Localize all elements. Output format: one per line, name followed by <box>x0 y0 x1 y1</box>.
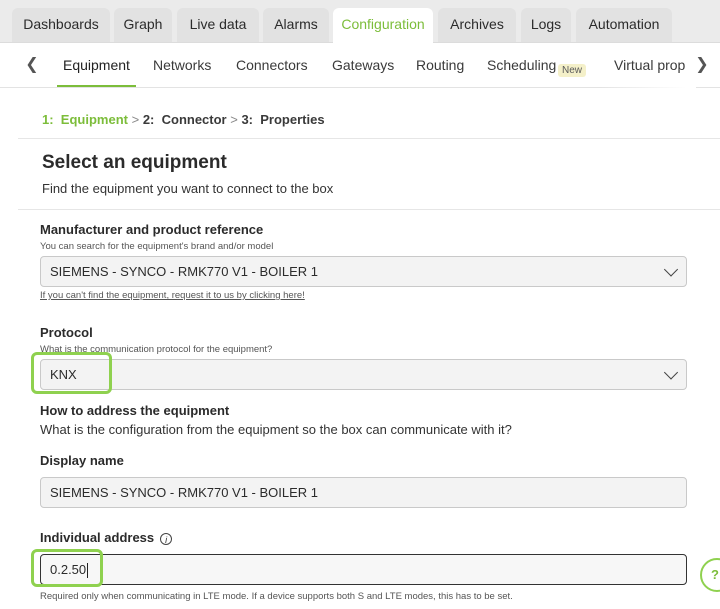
step-separator: > <box>131 112 140 127</box>
manufacturer-value: SIEMENS - SYNCO - RMK770 V1 - BOILER 1 <box>50 264 319 279</box>
step-2-number: 2: <box>142 112 155 127</box>
subnav-virtual-properties[interactable]: Virtual prop <box>614 43 685 87</box>
individual-address-label: Individual address i <box>40 530 173 545</box>
page-title: Select an equipment <box>42 152 227 173</box>
sub-navigation: ❮ Equipment Networks Connectors Gateways… <box>0 43 720 129</box>
individual-address-input[interactable]: 0.2.50 <box>40 554 687 585</box>
manufacturer-select[interactable]: SIEMENS - SYNCO - RMK770 V1 - BOILER 1 <box>40 256 687 287</box>
tab-archives[interactable]: Archives <box>438 8 516 42</box>
step-1-label[interactable]: Equipment <box>61 112 128 127</box>
addressing-label: How to address the equipment <box>40 403 230 418</box>
tab-configuration[interactable]: Configuration <box>333 8 433 43</box>
manufacturer-label: Manufacturer and product reference <box>40 222 264 237</box>
chevron-down-icon <box>663 261 679 277</box>
chevron-right-icon[interactable]: ❯ <box>690 43 714 87</box>
overflow-fade <box>600 86 696 129</box>
protocol-select[interactable]: KNX <box>40 359 687 390</box>
subnav-equipment[interactable]: Equipment <box>57 43 136 87</box>
chevron-down-icon <box>663 364 679 380</box>
individual-address-hint: Required only when communicating in LTE … <box>40 591 513 602</box>
step-1-number: 1: <box>42 112 54 127</box>
divider <box>18 138 720 139</box>
tab-live-data[interactable]: Live data <box>177 8 259 42</box>
breadcrumb-stepper: 1: Equipment > 2: Connector > 3: Propert… <box>42 112 325 127</box>
help-icon: ? <box>711 567 719 582</box>
tab-alarms[interactable]: Alarms <box>263 8 329 42</box>
step-3-label[interactable]: Properties <box>260 112 324 127</box>
subnav-routing[interactable]: Routing <box>416 43 464 87</box>
tab-logs[interactable]: Logs <box>521 8 571 42</box>
display-name-value: SIEMENS - SYNCO - RMK770 V1 - BOILER 1 <box>50 485 319 500</box>
protocol-label: Protocol <box>40 325 93 340</box>
main-tab-bar: Dashboards Graph Live data Alarms Config… <box>0 0 720 43</box>
new-badge: New <box>558 64 587 77</box>
request-equipment-link[interactable]: If you can't find the equipment, request… <box>40 290 305 301</box>
step-2-label[interactable]: Connector <box>162 112 227 127</box>
individual-address-highlight <box>31 549 103 587</box>
individual-address-label-text: Individual address <box>40 530 155 545</box>
page-subtitle: Find the equipment you want to connect t… <box>42 181 334 196</box>
step-separator: > <box>230 112 238 127</box>
tab-automation[interactable]: Automation <box>576 8 672 42</box>
protocol-highlight <box>31 352 112 394</box>
divider <box>18 209 720 210</box>
tab-dashboards[interactable]: Dashboards <box>12 8 110 42</box>
help-chat-button[interactable]: ? <box>700 558 720 592</box>
subnav-scheduling[interactable]: Scheduling <box>487 43 556 87</box>
manufacturer-hint: You can search for the equipment's brand… <box>40 241 274 252</box>
info-icon[interactable]: i <box>160 532 173 545</box>
display-name-label: Display name <box>40 453 124 468</box>
chevron-left-icon[interactable]: ❮ <box>20 43 44 87</box>
subnav-connectors[interactable]: Connectors <box>236 43 308 87</box>
subnav-networks[interactable]: Networks <box>153 43 211 87</box>
tab-graph[interactable]: Graph <box>114 8 172 42</box>
subnav-gateways[interactable]: Gateways <box>332 43 394 87</box>
step-3-number: 3: <box>241 112 254 127</box>
display-name-input[interactable]: SIEMENS - SYNCO - RMK770 V1 - BOILER 1 <box>40 477 687 508</box>
addressing-text: What is the configuration from the equip… <box>40 422 512 437</box>
